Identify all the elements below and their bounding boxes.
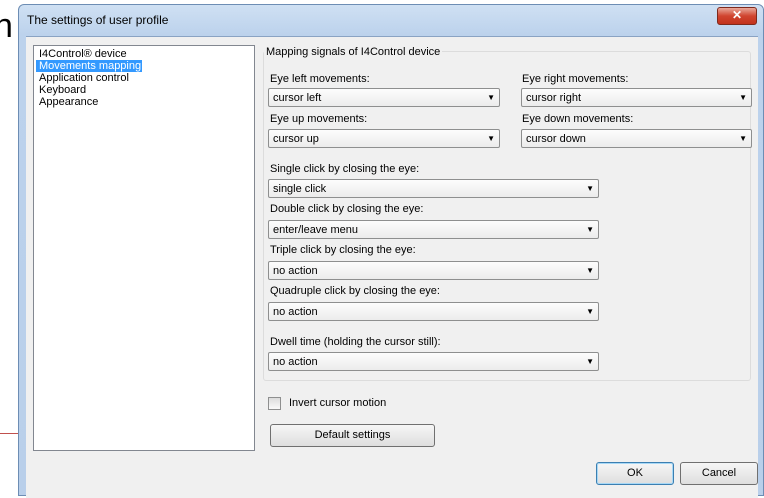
window-title: The settings of user profile	[27, 13, 169, 27]
eye-up-select[interactable]: cursor up ▼	[268, 129, 500, 148]
dwell-time-value: no action	[273, 356, 318, 368]
nav-item-keyboard[interactable]: Keyboard	[36, 84, 254, 96]
single-click-label: Single click by closing the eye:	[270, 163, 420, 175]
nav-item-movements-mapping[interactable]: Movements mapping	[36, 60, 142, 72]
triple-click-select[interactable]: no action ▼	[268, 261, 599, 280]
dwell-time-label: Dwell time (holding the cursor still):	[270, 336, 441, 348]
chevron-down-icon: ▼	[586, 357, 594, 366]
chevron-down-icon: ▼	[586, 225, 594, 234]
eye-left-label: Eye left movements:	[270, 73, 370, 85]
triple-click-label: Triple click by closing the eye:	[270, 244, 416, 256]
single-click-value: single click	[273, 183, 327, 195]
title-bar: The settings of user profile ✕	[19, 5, 763, 35]
nav-item-application-control[interactable]: Application control	[36, 72, 254, 84]
eye-down-select[interactable]: cursor down ▼	[521, 129, 752, 148]
nav-item-i4control-device[interactable]: I4Control® device	[36, 48, 254, 60]
dialog-body: I4Control® device Movements mapping Appl…	[26, 36, 758, 498]
eye-left-value: cursor left	[273, 92, 322, 104]
chevron-down-icon: ▼	[586, 266, 594, 275]
chevron-down-icon: ▼	[487, 93, 495, 102]
nav-item-appearance[interactable]: Appearance	[36, 96, 254, 108]
close-button[interactable]: ✕	[717, 7, 757, 25]
settings-category-list[interactable]: I4Control® device Movements mapping Appl…	[33, 45, 255, 451]
eye-down-value: cursor down	[526, 133, 586, 145]
double-click-value: enter/leave menu	[273, 224, 358, 236]
chevron-down-icon: ▼	[586, 307, 594, 316]
default-settings-button[interactable]: Default settings	[270, 424, 435, 447]
eye-up-value: cursor up	[273, 133, 319, 145]
background-text-fragment: n	[0, 7, 13, 45]
mapping-group-title: Mapping signals of I4Control device	[264, 46, 443, 58]
eye-right-label: Eye right movements:	[522, 73, 629, 85]
quadruple-click-select[interactable]: no action ▼	[268, 302, 599, 321]
chevron-down-icon: ▼	[739, 93, 747, 102]
triple-click-value: no action	[273, 265, 318, 277]
invert-cursor-label: Invert cursor motion	[289, 397, 387, 409]
cancel-button[interactable]: Cancel	[680, 462, 758, 485]
eye-down-label: Eye down movements:	[522, 113, 634, 125]
eye-right-value: cursor right	[526, 92, 582, 104]
single-click-select[interactable]: single click ▼	[268, 179, 599, 198]
double-click-label: Double click by closing the eye:	[270, 203, 424, 215]
quadruple-click-label: Quadruple click by closing the eye:	[270, 285, 440, 297]
eye-right-select[interactable]: cursor right ▼	[521, 88, 752, 107]
chevron-down-icon: ▼	[487, 134, 495, 143]
dwell-time-select[interactable]: no action ▼	[268, 352, 599, 371]
eye-left-select[interactable]: cursor left ▼	[268, 88, 500, 107]
invert-cursor-checkbox[interactable]	[268, 397, 281, 410]
quadruple-click-value: no action	[273, 306, 318, 318]
ok-button[interactable]: OK	[596, 462, 674, 485]
chevron-down-icon: ▼	[739, 134, 747, 143]
eye-up-label: Eye up movements:	[270, 113, 368, 125]
close-icon: ✕	[731, 8, 743, 22]
double-click-select[interactable]: enter/leave menu ▼	[268, 220, 599, 239]
settings-dialog: The settings of user profile ✕ I4Control…	[18, 4, 764, 498]
chevron-down-icon: ▼	[586, 184, 594, 193]
